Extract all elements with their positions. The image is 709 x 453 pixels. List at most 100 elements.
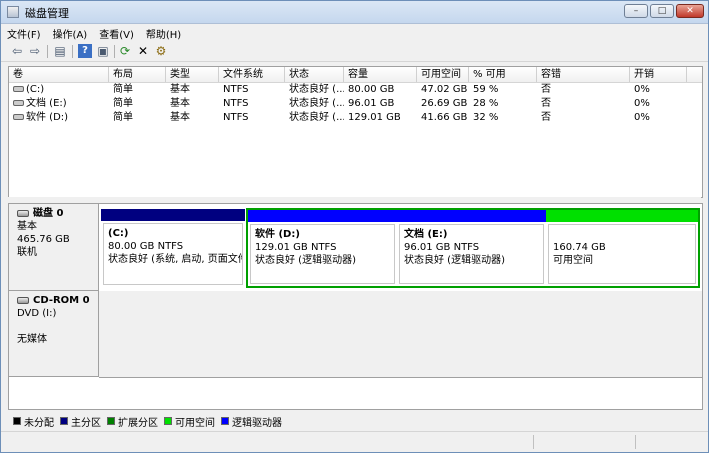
volume-cell: 文档 (E:) bbox=[9, 97, 109, 111]
partition-d-bar bbox=[248, 210, 397, 222]
free-space-cell: 47.02 GB bbox=[421, 84, 468, 95]
menu-file[interactable]: 文件(F) bbox=[1, 24, 47, 41]
status-divider bbox=[635, 435, 636, 449]
disk-name: 磁盘 0 bbox=[33, 208, 64, 219]
refresh-icon[interactable]: ⟳ bbox=[118, 44, 132, 58]
menu-help[interactable]: 帮助(H) bbox=[140, 24, 187, 41]
legend-label: 逻辑驱动器 bbox=[232, 417, 282, 429]
partition-c[interactable]: (C:) 80.00 GB NTFS 状态良好 (系统, 启动, 页面文件, 活 bbox=[101, 209, 245, 287]
partition-name: 文档 (E:) bbox=[404, 229, 448, 240]
status-divider bbox=[533, 435, 534, 449]
forward-arrow-icon[interactable]: ⇨ bbox=[28, 44, 42, 58]
menu-bar: 文件(F) 操作(A) 查看(V) 帮助(H) bbox=[1, 24, 708, 41]
disk-0-label[interactable]: 磁盘 0 基本 465.76 GB 联机 bbox=[9, 204, 99, 291]
disk-size: 465.76 GB bbox=[17, 234, 70, 245]
capacity-cell: 96.01 GB bbox=[348, 98, 395, 109]
minimize-button[interactable]: – bbox=[624, 4, 648, 18]
col-fault-tolerance[interactable]: 容错 bbox=[537, 67, 630, 82]
partition-free-space[interactable]: 160.74 GB 可用空间 bbox=[546, 210, 698, 286]
cdrom-0-area bbox=[99, 291, 702, 378]
maximize-button[interactable]: □ bbox=[650, 4, 674, 18]
partition-size: 96.01 GB NTFS bbox=[404, 242, 480, 253]
pane-splitter[interactable] bbox=[8, 197, 701, 202]
volume-name: 文档 (E:) bbox=[26, 98, 67, 109]
close-button[interactable]: ✕ bbox=[676, 4, 704, 18]
partition-d[interactable]: 软件 (D:) 129.01 GB NTFS 状态良好 (逻辑驱动器) bbox=[248, 210, 397, 286]
overhead-cell: 0% bbox=[634, 112, 650, 123]
menu-view[interactable]: 查看(V) bbox=[93, 24, 140, 41]
table-row[interactable]: 文档 (E:) 简单 基本 NTFS 状态良好 (... 96.01 GB 26… bbox=[9, 97, 702, 111]
legend-item: 可用空间 bbox=[164, 414, 215, 429]
partition-e[interactable]: 文档 (E:) 96.01 GB NTFS 状态良好 (逻辑驱动器) bbox=[397, 210, 546, 286]
volume-icon bbox=[13, 86, 24, 92]
console-icon[interactable]: ▣ bbox=[96, 44, 110, 58]
col-capacity[interactable]: 容量 bbox=[344, 67, 417, 82]
window-controls: – □ ✕ bbox=[622, 4, 704, 18]
disk-management-window: 磁盘管理 – □ ✕ 文件(F) 操作(A) 查看(V) 帮助(H) ⇦ ⇨ ▤… bbox=[0, 0, 709, 453]
filesystem-cell: NTFS bbox=[223, 84, 249, 95]
col-percent-free[interactable]: % 可用 bbox=[469, 67, 537, 82]
disk-management-app-icon bbox=[7, 6, 19, 18]
help-icon[interactable]: ? bbox=[78, 44, 92, 58]
disk-map: 磁盘 0 基本 465.76 GB 联机 (C:) 80.00 GB NTFS … bbox=[8, 203, 703, 429]
legend-label: 可用空间 bbox=[175, 417, 215, 429]
disk-kind: DVD (I:) bbox=[17, 308, 57, 319]
partition-e-bar bbox=[397, 210, 546, 222]
capacity-cell: 80.00 GB bbox=[348, 84, 395, 95]
status-cell: 状态良好 (... bbox=[289, 98, 344, 109]
fault-tolerance-cell: 否 bbox=[541, 84, 551, 95]
legend-label: 主分区 bbox=[71, 417, 101, 429]
volume-name: 软件 (D:) bbox=[26, 112, 69, 123]
volume-cell: (C:) bbox=[9, 83, 109, 97]
legend-item: 扩展分区 bbox=[107, 414, 158, 429]
volume-icon bbox=[13, 100, 24, 106]
volume-icon bbox=[13, 114, 24, 120]
layout-cell: 简单 bbox=[113, 112, 133, 123]
volume-cell: 软件 (D:) bbox=[9, 111, 109, 125]
fault-tolerance-cell: 否 bbox=[541, 112, 551, 123]
partition-status: 状态良好 (系统, 启动, 页面文件, 活 bbox=[108, 254, 242, 265]
title-bar[interactable]: 磁盘管理 – □ ✕ bbox=[1, 1, 708, 24]
col-free-space[interactable]: 可用空间 bbox=[417, 67, 469, 82]
partition-status: 可用空间 bbox=[553, 255, 593, 266]
volume-name: (C:) bbox=[26, 84, 45, 95]
type-cell: 基本 bbox=[170, 98, 190, 109]
menu-action[interactable]: 操作(A) bbox=[47, 24, 94, 41]
status-cell: 状态良好 (... bbox=[289, 84, 344, 95]
type-cell: 基本 bbox=[170, 112, 190, 123]
col-status[interactable]: 状态 bbox=[285, 67, 344, 82]
properties-icon[interactable]: ▤ bbox=[53, 44, 67, 58]
cdrom-icon bbox=[17, 296, 29, 304]
partition-e-body: 文档 (E:) 96.01 GB NTFS 状态良好 (逻辑驱动器) bbox=[399, 224, 544, 284]
cdrom-0-label[interactable]: CD-ROM 0 DVD (I:) 无媒体 bbox=[9, 291, 99, 377]
filesystem-cell: NTFS bbox=[223, 98, 249, 109]
col-type[interactable]: 类型 bbox=[166, 67, 219, 82]
legend-label: 扩展分区 bbox=[118, 417, 158, 429]
table-row[interactable]: 软件 (D:) 简单 基本 NTFS 状态良好 (... 129.01 GB 4… bbox=[9, 111, 702, 125]
partition-size: 80.00 GB NTFS bbox=[108, 241, 184, 252]
col-overhead[interactable]: 开销 bbox=[630, 67, 687, 82]
col-volume[interactable]: 卷 bbox=[9, 67, 109, 82]
toolbar-separator bbox=[72, 45, 73, 58]
free-space-bar bbox=[546, 210, 698, 222]
legend-item: 主分区 bbox=[60, 414, 101, 429]
percent-free-cell: 59 % bbox=[473, 84, 499, 95]
partition-size: 129.01 GB NTFS bbox=[255, 242, 337, 253]
status-bar bbox=[1, 431, 708, 452]
col-layout[interactable]: 布局 bbox=[109, 67, 166, 82]
percent-free-cell: 32 % bbox=[473, 112, 499, 123]
table-row[interactable]: (C:) 简单 基本 NTFS 状态良好 (... 80.00 GB 47.02… bbox=[9, 83, 702, 97]
legend-swatch bbox=[60, 417, 68, 425]
settings-icon[interactable]: ⚙ bbox=[154, 44, 168, 58]
window-title: 磁盘管理 bbox=[25, 7, 69, 20]
layout-cell: 简单 bbox=[113, 84, 133, 95]
free-space-cell: 26.69 GB bbox=[421, 98, 468, 109]
type-cell: 基本 bbox=[170, 84, 190, 95]
col-filesystem[interactable]: 文件系统 bbox=[219, 67, 285, 82]
status-cell: 状态良好 (... bbox=[289, 112, 344, 123]
back-arrow-icon[interactable]: ⇦ bbox=[10, 44, 24, 58]
delete-icon[interactable]: ✕ bbox=[136, 44, 150, 58]
filesystem-cell: NTFS bbox=[223, 112, 249, 123]
partition-d-body: 软件 (D:) 129.01 GB NTFS 状态良好 (逻辑驱动器) bbox=[250, 224, 395, 284]
